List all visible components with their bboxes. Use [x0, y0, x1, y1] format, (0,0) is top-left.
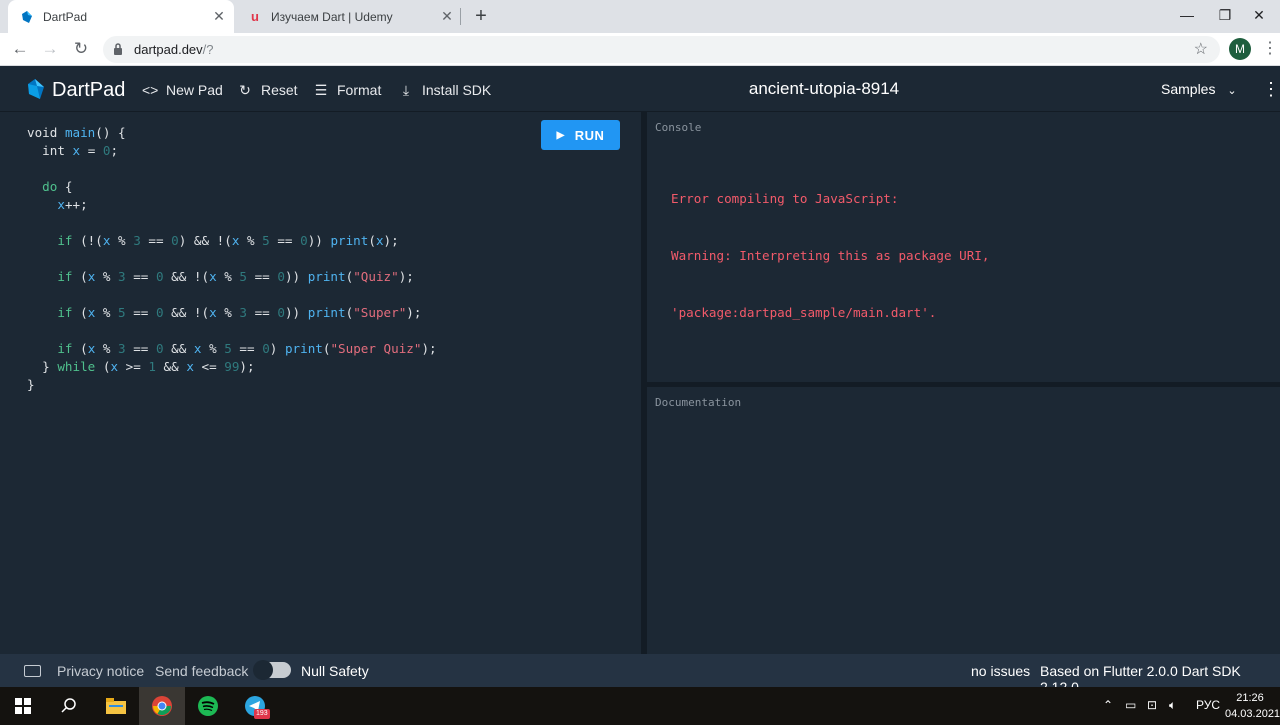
- new-pad-label: New Pad: [166, 82, 223, 98]
- console-label: Console: [655, 121, 702, 134]
- more-options-icon[interactable]: ⋮: [1262, 79, 1280, 100]
- code-line[interactable]: if (x % 3 == 0 && !(x % 5 == 0)) print("…: [27, 268, 437, 286]
- format-button[interactable]: ☰ Format: [313, 81, 382, 99]
- reset-label: Reset: [261, 82, 298, 98]
- forward-icon[interactable]: →: [39, 38, 61, 60]
- close-tab-icon[interactable]: ✕: [438, 8, 456, 25]
- network-icon[interactable]: ⊡: [1147, 698, 1157, 712]
- battery-icon[interactable]: ▭: [1125, 698, 1136, 712]
- code-line[interactable]: if (x % 3 == 0 && x % 5 == 0) print("Sup…: [27, 340, 436, 358]
- console-line: Error compiling to JavaScript:: [671, 191, 899, 206]
- code-line[interactable]: } while (x >= 1 && x <= 99);: [27, 358, 437, 376]
- tab-title: Изучаем Dart | Udemy: [271, 9, 393, 24]
- reload-icon[interactable]: ↻: [70, 38, 92, 60]
- code-brackets-icon: <>: [142, 82, 159, 98]
- close-tab-icon[interactable]: ✕: [210, 8, 228, 25]
- browser-tab-dartpad[interactable]: DartPad ✕: [8, 0, 234, 33]
- volume-icon[interactable]: 🔈︎: [1169, 698, 1176, 713]
- udemy-favicon-icon: u: [251, 9, 259, 24]
- documentation-panel: Documentation: [647, 387, 1280, 654]
- dartpad-brand[interactable]: DartPad: [52, 79, 125, 102]
- close-window-icon[interactable]: ✕: [1236, 0, 1280, 30]
- clock-time: 21:26: [1236, 692, 1264, 704]
- browser-toolbar: ← → ↻ dartpad.dev/? ☆ M ⋮: [0, 33, 1280, 66]
- lock-icon: [114, 43, 122, 55]
- dartpad-header: DartPad <> New Pad ↻ Reset ☰ Format ⤓ In…: [0, 67, 1280, 112]
- code-line[interactable]: [27, 250, 437, 268]
- back-icon[interactable]: ←: [9, 38, 31, 60]
- search-icon[interactable]: [46, 687, 92, 725]
- code-line[interactable]: x++;: [27, 196, 437, 214]
- browser-tab-udemy[interactable]: u Изучаем Dart | Udemy ✕: [236, 0, 462, 33]
- tray-expand-icon[interactable]: ⌃: [1103, 698, 1113, 712]
- issues-status: no issues: [971, 663, 1031, 679]
- language-indicator[interactable]: РУС: [1196, 698, 1220, 712]
- samples-dropdown[interactable]: Samples ⌄: [1161, 81, 1237, 97]
- samples-label: Samples: [1161, 81, 1216, 97]
- console-output: Error compiling to JavaScript: Warning: …: [671, 151, 989, 360]
- telegram-badge: 193: [254, 709, 270, 719]
- install-sdk-button[interactable]: ⤓ Install SDK: [398, 81, 491, 99]
- tab-divider: [460, 8, 461, 25]
- run-button[interactable]: ▶ RUN: [541, 120, 620, 150]
- code-content[interactable]: void main() { int x = 0; do { x++; if (!…: [27, 124, 437, 394]
- code-line[interactable]: void main() {: [27, 124, 437, 142]
- null-safety-label: Null Safety: [301, 663, 369, 679]
- address-bar[interactable]: dartpad.dev/? ☆: [103, 36, 1220, 63]
- code-line[interactable]: [27, 160, 437, 178]
- privacy-notice-link[interactable]: Privacy notice: [57, 663, 144, 679]
- code-line[interactable]: int x = 0;: [27, 142, 437, 160]
- chrome-menu-icon[interactable]: ⋮: [1262, 38, 1278, 60]
- code-line[interactable]: if (x % 5 == 0 && !(x % 3 == 0)) print("…: [27, 304, 437, 322]
- chevron-down-icon: ⌄: [1227, 85, 1237, 97]
- taskbar-clock[interactable]: 21:26 04.03.2021: [1225, 690, 1280, 722]
- url-text: dartpad.dev/?: [134, 42, 214, 57]
- file-explorer-icon[interactable]: [93, 687, 139, 725]
- documentation-label: Documentation: [655, 396, 742, 409]
- send-feedback-link[interactable]: Send feedback: [155, 663, 248, 679]
- pad-title[interactable]: ancient-utopia-8914: [624, 79, 1024, 99]
- spotify-icon[interactable]: [185, 687, 231, 725]
- dartpad-footer: Privacy notice Send feedback Null Safety…: [0, 654, 1280, 695]
- console-line: Warning: Interpreting this as package UR…: [671, 248, 990, 263]
- console-panel: Console Error compiling to JavaScript: W…: [647, 112, 1280, 382]
- new-pad-button[interactable]: <> New Pad: [142, 81, 223, 99]
- format-label: Format: [337, 82, 382, 98]
- install-sdk-label: Install SDK: [422, 82, 492, 98]
- code-line[interactable]: [27, 286, 437, 304]
- code-line[interactable]: }: [27, 376, 437, 394]
- url-path: /?: [202, 42, 214, 57]
- telegram-icon[interactable]: 193: [232, 687, 278, 725]
- toggle-knob: [253, 660, 273, 680]
- code-line[interactable]: [27, 322, 437, 340]
- keyboard-icon[interactable]: [24, 665, 41, 677]
- console-line: 'package:dartpad_sample/main.dart'.: [671, 305, 937, 320]
- browser-tabstrip: DartPad ✕ u Изучаем Dart | Udemy ✕ + — ❐…: [0, 0, 1280, 33]
- url-host: dartpad.dev: [134, 42, 203, 57]
- clock-date: 04.03.2021: [1225, 708, 1280, 720]
- chrome-taskbar-icon[interactable]: [139, 687, 185, 725]
- reset-button[interactable]: ↻ Reset: [237, 81, 298, 99]
- code-line[interactable]: do {: [27, 178, 437, 196]
- refresh-icon: ↻: [239, 81, 251, 98]
- code-editor[interactable]: void main() { int x = 0; do { x++; if (!…: [0, 112, 641, 654]
- play-icon: ▶: [556, 129, 565, 141]
- code-line[interactable]: if (!(x % 3 == 0) && !(x % 5 == 0)) prin…: [27, 232, 437, 250]
- dartpad-favicon-icon: [19, 9, 35, 25]
- bookmark-star-icon[interactable]: ☆: [1194, 39, 1208, 59]
- download-icon: ⤓: [402, 81, 410, 98]
- tab-title: DartPad: [43, 9, 88, 24]
- dart-logo-icon: [28, 79, 44, 99]
- code-line[interactable]: [27, 214, 437, 232]
- windows-start-icon[interactable]: [0, 687, 46, 725]
- align-left-icon: ☰: [314, 81, 328, 98]
- run-label: RUN: [574, 127, 605, 143]
- windows-taskbar: 193 ⌃ ▭ ⊡ 🔈︎ РУС 21:26 04.03.2021: [0, 687, 1280, 725]
- null-safety-toggle[interactable]: [253, 660, 291, 680]
- profile-avatar[interactable]: M: [1229, 38, 1251, 60]
- new-tab-button[interactable]: +: [470, 4, 492, 28]
